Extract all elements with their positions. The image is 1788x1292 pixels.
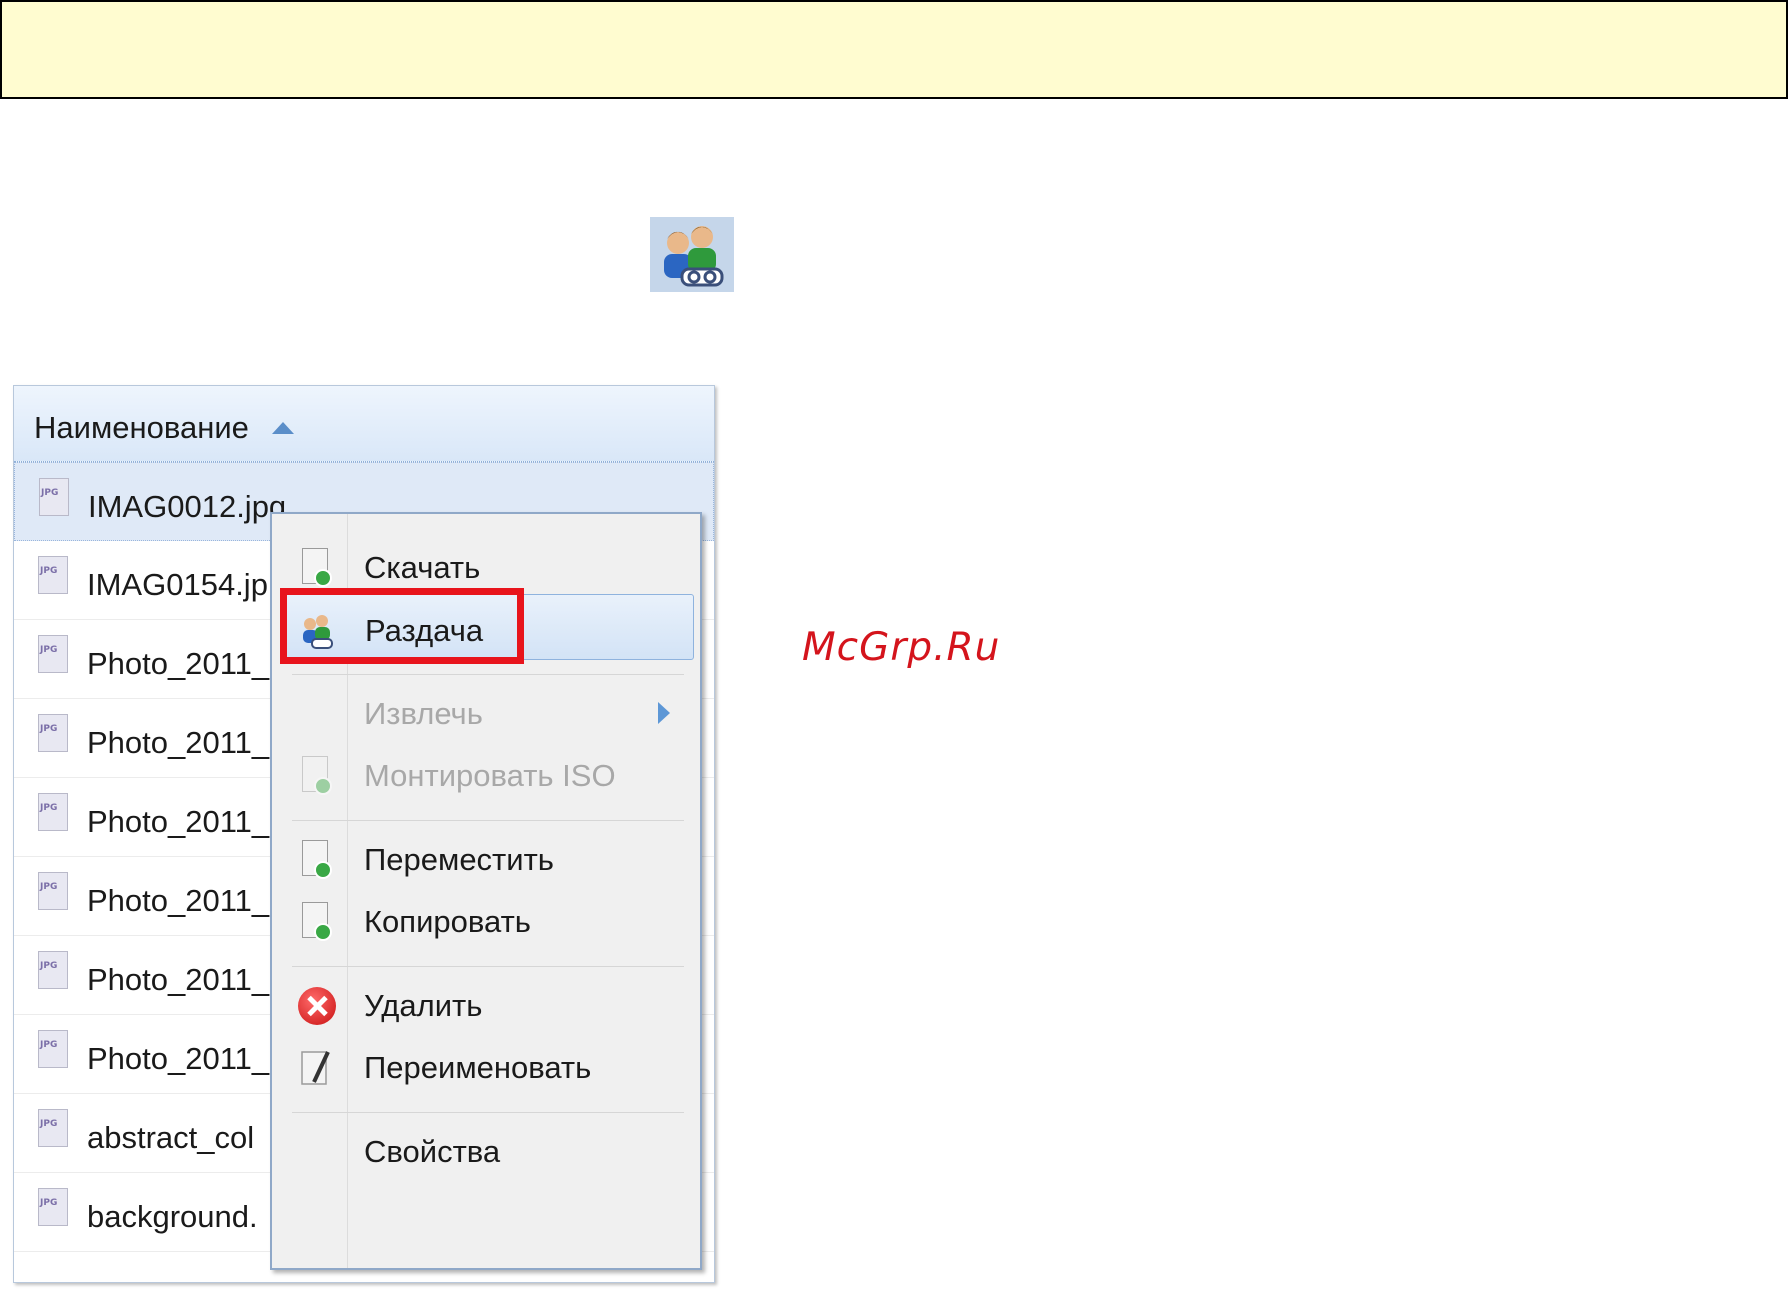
menu-item-move[interactable]: Переместить <box>272 824 700 890</box>
copy-icon <box>296 902 336 942</box>
jpg-file-icon: JPG <box>38 793 68 831</box>
jpg-file-icon: JPG <box>38 1109 68 1147</box>
menu-item-delete[interactable]: Удалить <box>272 970 700 1036</box>
jpg-file-icon: JPG <box>38 872 68 910</box>
jpg-file-icon: JPG <box>38 1030 68 1068</box>
move-icon <box>296 840 336 880</box>
menu-separator <box>292 820 684 821</box>
column-header-label: Наименование <box>34 410 249 445</box>
submenu-arrow-icon <box>658 702 670 724</box>
menu-separator <box>292 1112 684 1113</box>
jpg-file-icon: JPG <box>38 951 68 989</box>
delete-icon <box>296 986 336 1026</box>
file-name: Photo_2011_ <box>87 804 270 839</box>
menu-separator <box>292 966 684 967</box>
menu-item-copy[interactable]: Копировать <box>272 886 700 952</box>
file-name: abstract_col <box>87 1120 255 1155</box>
file-name: IMAG0154.jp <box>87 567 268 602</box>
file-name: Photo_2011_ <box>87 725 270 760</box>
rename-icon <box>296 1048 336 1088</box>
watermark-text: McGrp.Ru <box>802 625 1001 670</box>
menu-item-mount-iso[interactable]: Монтировать ISO <box>272 740 700 806</box>
jpg-file-icon: JPG <box>38 556 68 594</box>
download-icon <box>296 548 336 588</box>
menu-item-extract[interactable]: Извлечь <box>272 678 700 744</box>
jpg-file-icon: JPG <box>39 478 69 516</box>
file-name: background. <box>87 1199 258 1234</box>
top-banner <box>0 0 1788 99</box>
jpg-file-icon: JPG <box>38 714 68 752</box>
file-name: Photo_2011_ <box>87 646 270 681</box>
jpg-file-icon: JPG <box>38 1188 68 1226</box>
file-name: IMAG0012.jpg <box>88 489 287 524</box>
file-name: Photo_2011_ <box>87 1041 270 1076</box>
menu-separator <box>292 674 684 675</box>
menu-item-properties[interactable]: Свойства <box>272 1116 700 1182</box>
menu-item-rename[interactable]: Переименовать <box>272 1032 700 1098</box>
highlight-box <box>280 588 524 664</box>
file-name: Photo_2011_ <box>87 962 270 997</box>
mount-iso-icon <box>296 756 336 796</box>
share-users-icon <box>650 217 734 292</box>
column-header-name[interactable]: Наименование <box>14 386 714 462</box>
jpg-file-icon: JPG <box>38 635 68 673</box>
file-name: Photo_2011_ <box>87 883 270 918</box>
sort-ascending-icon[interactable] <box>272 422 294 434</box>
